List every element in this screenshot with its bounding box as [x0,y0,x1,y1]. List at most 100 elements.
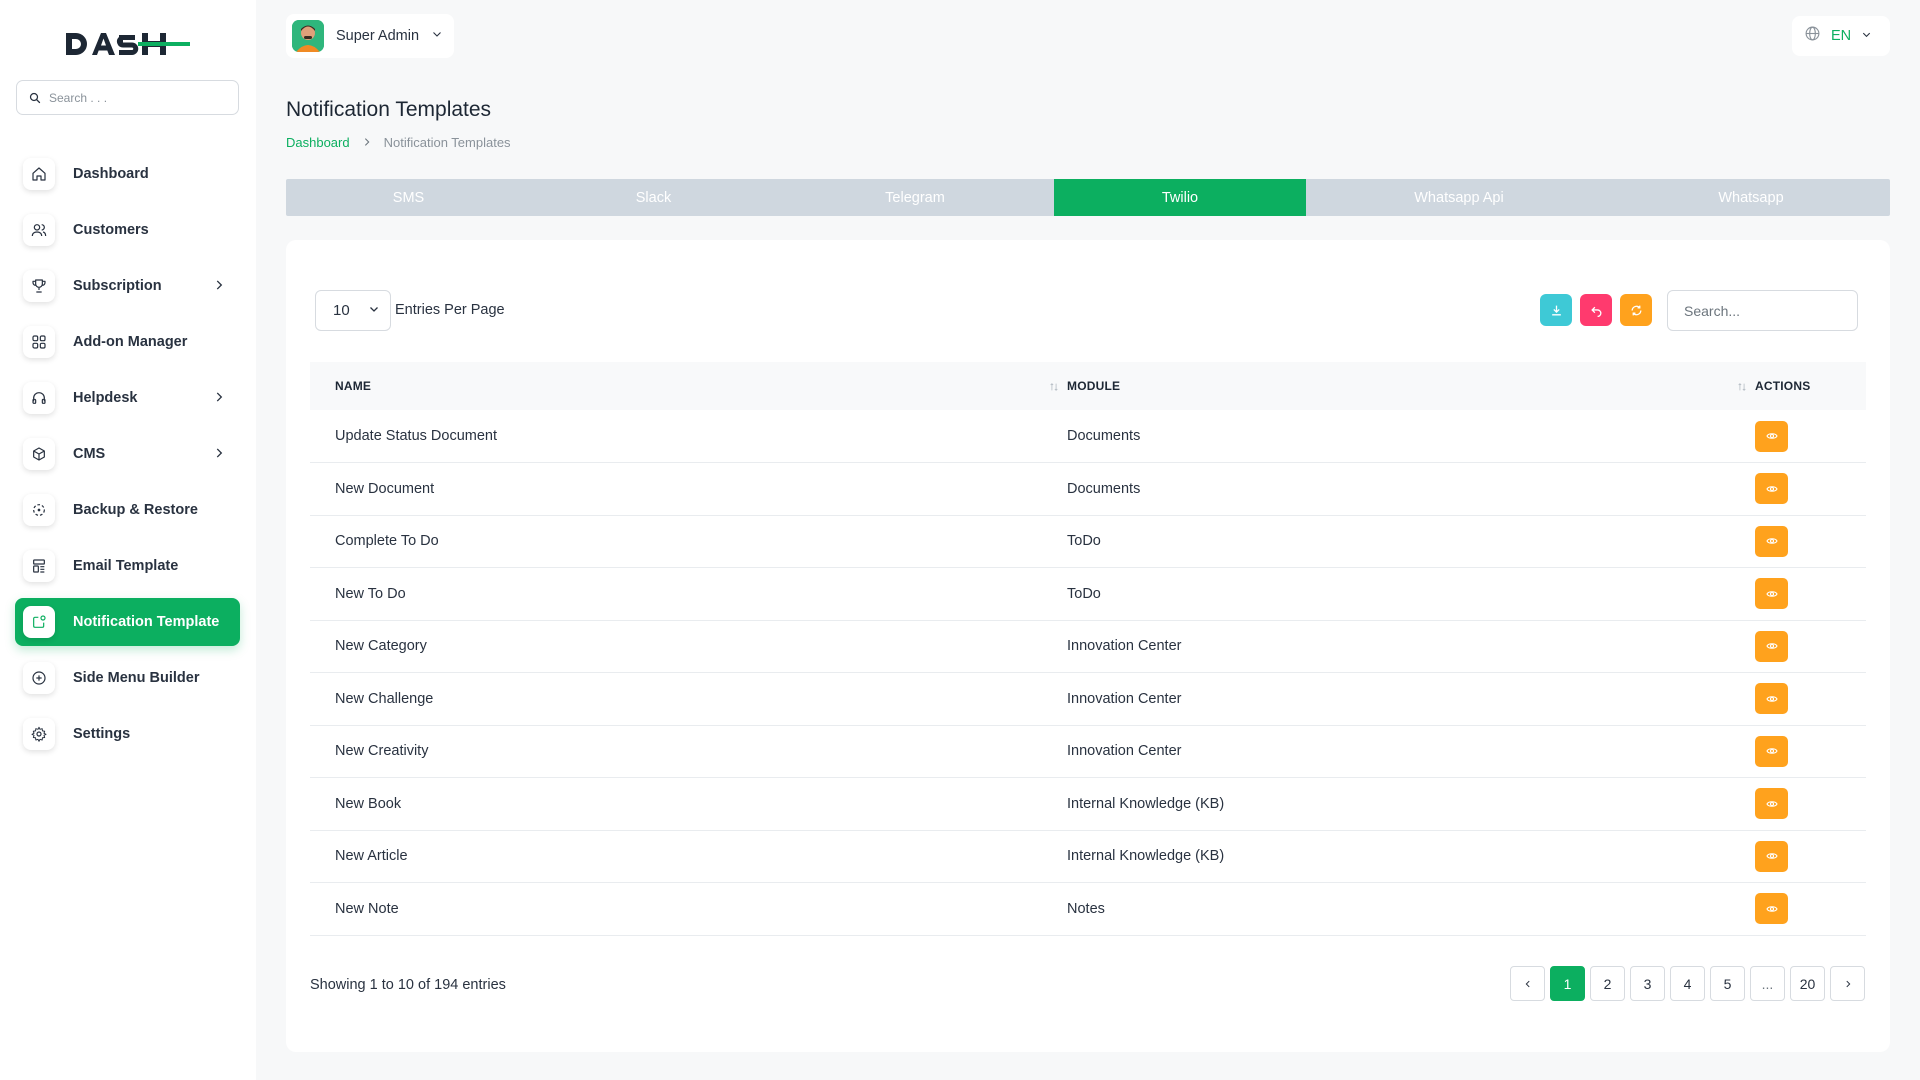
table-row: New Category Innovation Center [310,620,1866,673]
view-button[interactable] [1755,578,1788,610]
eye-icon [1765,590,1778,597]
column-header-actions: ACTIONS [1755,379,1811,393]
sidebar-item-label: Backup & Restore [73,502,198,518]
package-icon [23,438,55,470]
logo-mark-icon [66,33,190,55]
table-row: New Document Documents [310,463,1866,515]
tab-slack[interactable]: Slack [531,179,776,216]
chevron-left-icon [1525,980,1530,987]
templates-table: NAME MODULE ACTIONS Update Status Docume… [310,362,1866,936]
template-name: New To Do [335,585,406,602]
actions-cell [1755,568,1866,621]
sidebar-item-label: Subscription [73,278,162,294]
pagination: 1 2 3 4 5... 20 [1510,966,1865,1001]
column-header-name[interactable]: NAME [310,362,1067,410]
view-button[interactable] [1755,630,1788,662]
sidebar-item-dashboard[interactable]: Dashboard [15,150,240,198]
tab-telegram[interactable]: Telegram [776,179,1054,216]
table-row: New Challenge Innovation Center [310,673,1866,726]
eye-icon [1765,485,1778,492]
sidebar-item-label: Notification Template [73,614,220,630]
users-icon [23,214,55,246]
pagination-next-button[interactable] [1830,966,1865,1001]
dash-logo[interactable] [64,28,190,60]
eye-icon [1765,695,1778,702]
reset-button[interactable] [1580,294,1612,326]
notification-icon [23,606,55,638]
tab-whatsapp[interactable]: Whatsapp [1612,179,1890,216]
page-title: Notification Templates [286,98,492,121]
table-row: Update Status Document Documents [310,410,1866,463]
tab-whatsapp-api[interactable]: Whatsapp Api [1306,179,1612,216]
sidebar-item-subscription[interactable]: Subscription [15,262,240,310]
channel-tabs: SMS Slack Telegram Twilio Whatsapp Api W… [286,179,1890,216]
pagination-page-20[interactable]: 20 [1790,966,1825,1001]
sidebar-item-side-menu-builder[interactable]: Side Menu Builder [15,654,240,702]
sidebar-item-label: Add-on Manager [73,334,188,350]
table-search-input[interactable] [1667,290,1858,331]
templates-card: 10 Entries Per Page NAME MODULE [286,240,1890,1052]
sidebar-item-customers[interactable]: Customers [15,206,240,254]
language-selector[interactable]: EN [1792,16,1890,56]
sidebar-item-addon-manager[interactable]: Add-on Manager [15,318,240,366]
sidebar: Dashboard Customers Subscription Add-on … [0,0,256,1080]
view-button[interactable] [1755,788,1788,820]
template-module: Documents [1067,480,1141,497]
tab-twilio[interactable]: Twilio [1054,179,1306,216]
sidebar-item-label: CMS [73,446,106,462]
pagination-ellipsis: ... [1750,966,1785,1001]
view-button[interactable] [1755,893,1788,925]
eye-icon [1765,643,1778,650]
view-button[interactable] [1755,525,1788,557]
search-icon [29,92,41,103]
actions-cell [1755,515,1866,568]
template-module: ToDo [1067,533,1101,550]
breadcrumb-dashboard-link[interactable]: Dashboard [286,135,350,150]
actions-cell [1755,673,1866,726]
tab-sms[interactable]: SMS [286,179,531,216]
template-module: Internal Knowledge (KB) [1067,848,1225,865]
view-button[interactable] [1755,420,1788,452]
sidebar-item-cms[interactable]: CMS [15,430,240,478]
sidebar-item-backup-restore[interactable]: Backup & Restore [15,486,240,534]
sort-icon [1737,381,1747,395]
globe-icon [1804,25,1821,47]
eye-icon [1765,748,1778,755]
template-module: ToDo [1067,585,1101,602]
pagination-page-1[interactable]: 1 [1550,966,1585,1001]
sidebar-item-email-template[interactable]: Email Template [15,542,240,590]
view-button[interactable] [1755,473,1788,505]
export-button[interactable] [1540,294,1572,326]
pagination-page-4[interactable]: 4 [1670,966,1705,1001]
user-menu[interactable]: Super Admin [286,14,454,58]
actions-cell [1755,830,1866,883]
pagination-page-2[interactable]: 2 [1590,966,1625,1001]
table-header-row: NAME MODULE ACTIONS [310,362,1866,410]
template-name: New Book [335,795,402,812]
sidebar-item-helpdesk[interactable]: Helpdesk [15,374,240,422]
sidebar-search[interactable] [16,80,239,115]
template-module: Innovation Center [1067,743,1182,760]
view-button[interactable] [1755,840,1788,872]
pagination-page-3[interactable]: 3 [1630,966,1665,1001]
view-button[interactable] [1755,683,1788,715]
template-name: Update Status Document [335,428,498,444]
entries-per-page-label: Entries Per Page [395,302,505,318]
sidebar-nav: Dashboard Customers Subscription Add-on … [15,150,240,766]
sidebar-search-input[interactable] [49,90,229,105]
column-header-module[interactable]: MODULE [1067,362,1755,410]
pagination-prev-button[interactable] [1510,966,1545,1001]
sidebar-item-settings[interactable]: Settings [15,710,240,758]
sidebar-item-notification-template[interactable]: Notification Template [15,598,240,646]
pagination-page-5[interactable]: 5 [1710,966,1745,1001]
template-name: New Category [335,638,427,655]
template-module: Innovation Center [1067,690,1182,707]
eye-icon [1765,538,1778,545]
sort-icon [1049,381,1059,395]
view-button[interactable] [1755,735,1788,767]
entries-per-page-select[interactable]: 10 [315,290,391,331]
refresh-button[interactable] [1620,294,1652,326]
actions-cell [1755,883,1866,936]
download-icon [1551,305,1561,315]
chevron-right-icon [212,278,226,297]
